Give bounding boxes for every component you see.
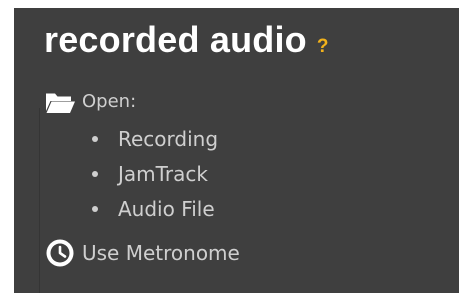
use-metronome-label: Use Metronome bbox=[82, 241, 240, 265]
open-audio-file-option[interactable]: Audio File bbox=[92, 191, 218, 226]
open-audio-file-label: Audio File bbox=[118, 196, 215, 221]
list-bullet bbox=[92, 135, 98, 142]
list-bullet bbox=[92, 170, 98, 177]
open-section-header: Open: bbox=[44, 88, 136, 116]
panel-title: recorded audio bbox=[44, 19, 307, 60]
folder-icon bbox=[46, 93, 75, 113]
panel-header: recorded audio ? bbox=[44, 18, 328, 62]
panel-divider bbox=[39, 108, 40, 293]
open-jamtrack-label: JamTrack bbox=[118, 161, 208, 186]
list-bullet bbox=[92, 205, 98, 212]
open-recording-option[interactable]: Recording bbox=[92, 121, 218, 156]
use-metronome-option[interactable]: Use Metronome bbox=[45, 237, 240, 269]
open-options-list: Recording JamTrack Audio File bbox=[92, 121, 218, 226]
open-jamtrack-option[interactable]: JamTrack bbox=[92, 156, 218, 191]
help-button[interactable]: ? bbox=[317, 37, 329, 57]
recorded-audio-panel: recorded audio ? Open: Recording JamTrac… bbox=[14, 8, 459, 293]
clock-icon bbox=[46, 239, 74, 267]
open-recording-label: Recording bbox=[118, 126, 219, 151]
open-label: Open: bbox=[82, 91, 137, 112]
